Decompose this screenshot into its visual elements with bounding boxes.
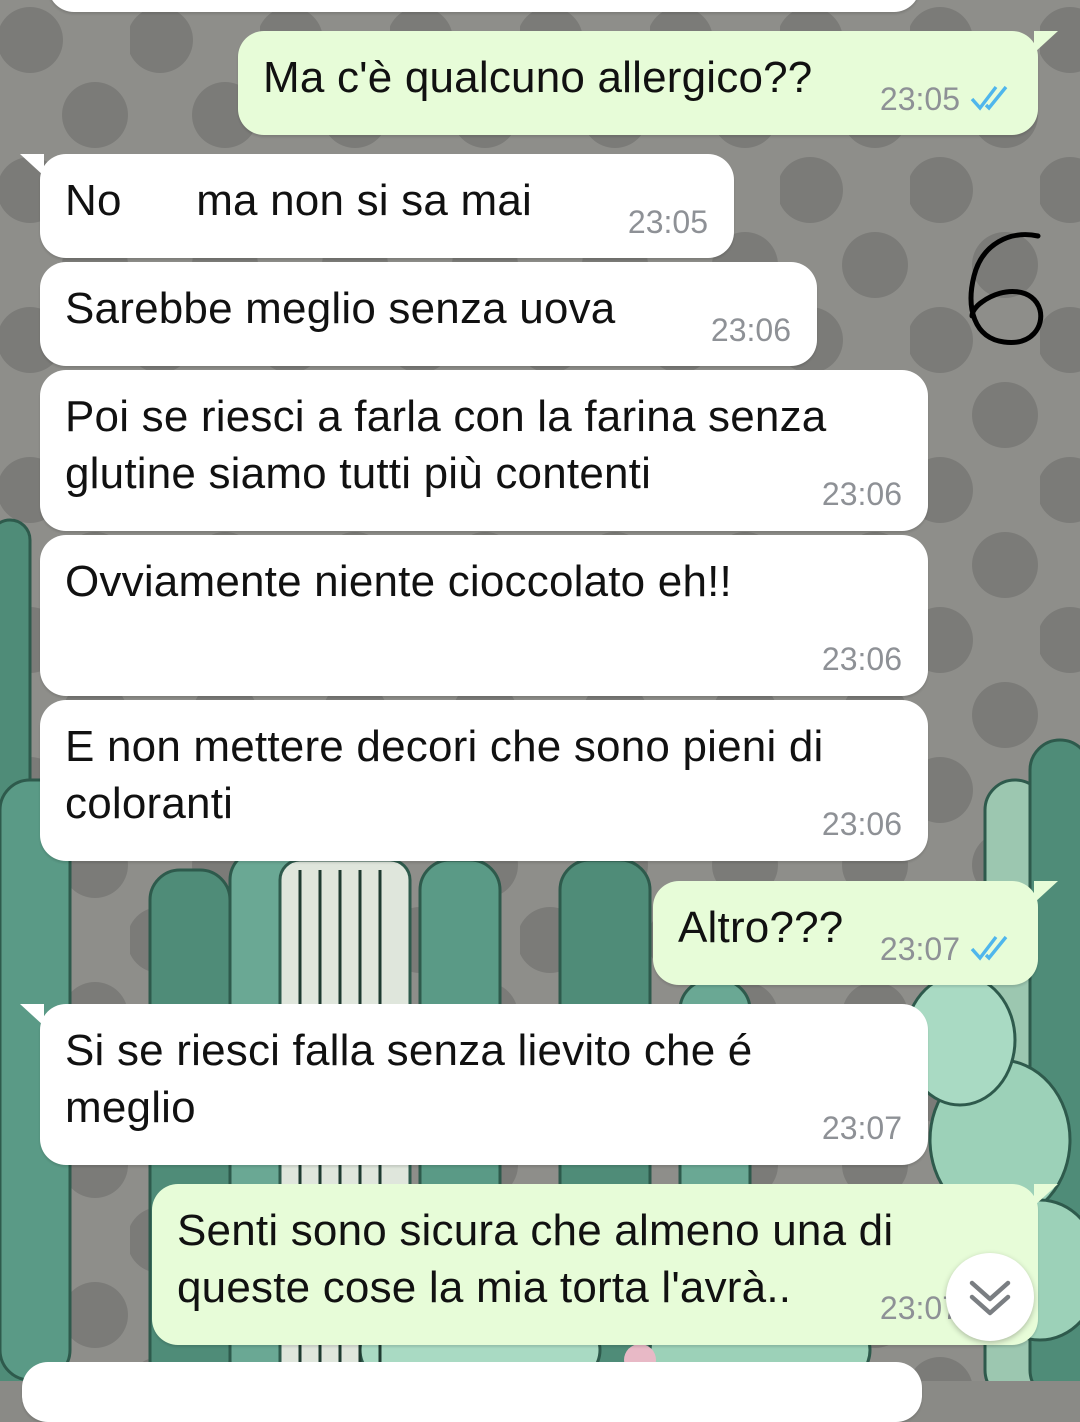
bubble-tail [20, 154, 44, 176]
chevron-double-down-icon [969, 1280, 1011, 1316]
message-text: Senti sono sicura che almeno una di ques… [177, 1206, 894, 1312]
bubble-tail [1034, 1184, 1058, 1206]
message-bubble-outgoing[interactable]: Altro??? 23:07 [653, 881, 1058, 985]
message-time: 23:06 [710, 312, 791, 348]
message-bubble-incoming[interactable]: Si se riesci falla senza lievito che é m… [20, 1004, 928, 1165]
message-time: 23:06 [821, 806, 902, 842]
message-bubble-incoming[interactable]: E non mettere decori che sono pieni di c… [40, 700, 928, 861]
message-bubble-incoming[interactable]: Sarebbe meglio senza uova 23:06 [40, 262, 817, 366]
message-bubble-incoming[interactable]: Poi se riesci a farla con la farina senz… [40, 370, 928, 531]
message-text: Ma c'è qualcuno allergico?? [263, 53, 813, 102]
message-text: Ovviamente niente cioccolato eh!! [65, 557, 732, 606]
message-time: 23:07 [821, 1110, 902, 1146]
bubble-tail [1034, 881, 1058, 903]
bubble-tail [20, 1004, 44, 1026]
partial-message-top[interactable] [48, 0, 920, 12]
message-bubble-outgoing[interactable]: Senti sono sicura che almeno una di ques… [152, 1184, 1058, 1345]
double-check-icon [970, 935, 1008, 961]
double-check-icon [970, 85, 1008, 111]
message-text: Altro??? [678, 903, 844, 952]
message-bubble-incoming[interactable]: No ma non si sa mai 23:05 [20, 154, 734, 258]
message-text: Poi se riesci a farla con la farina senz… [65, 392, 827, 498]
message-text: No ma non si sa mai [65, 176, 532, 225]
partial-message-bottom[interactable] [22, 1362, 922, 1422]
message-time: 23:06 [821, 641, 902, 677]
scroll-to-bottom-button[interactable] [946, 1253, 1034, 1341]
message-text: Sarebbe meglio senza uova [65, 284, 616, 333]
message-time: 23:07 [879, 931, 960, 967]
bubble-tail [1034, 31, 1058, 53]
message-text: Si se riesci falla senza lievito che é m… [65, 1026, 753, 1132]
message-text: E non mettere decori che sono pieni di c… [65, 722, 824, 828]
handwritten-annotation [968, 232, 1044, 345]
message-bubble-incoming[interactable]: Ovviamente niente cioccolato eh!! 23:06 [40, 535, 928, 696]
message-bubble-outgoing[interactable]: Ma c'è qualcuno allergico?? 23:05 [238, 31, 1058, 135]
message-time: 23:05 [627, 204, 708, 240]
message-time: 23:06 [821, 476, 902, 512]
message-time: 23:05 [879, 81, 960, 117]
